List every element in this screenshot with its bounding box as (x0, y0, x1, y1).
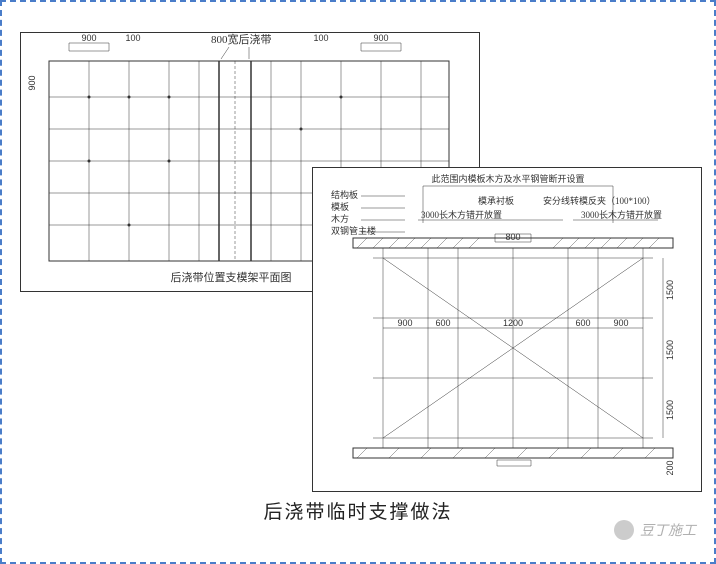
right-dims: 1500 1500 1500 200 (663, 258, 675, 476)
bottom-hatch (357, 448, 655, 458)
legend-2: 木方 (331, 213, 349, 224)
bottom-gap (497, 460, 531, 466)
slab: 800 (353, 232, 673, 248)
rd-0: 1500 (665, 280, 675, 300)
watermark-text: 豆丁施工 (640, 520, 696, 540)
rd-1: 1500 (665, 340, 675, 360)
rd-2: 1500 (665, 400, 675, 420)
dim-900b: 900 (373, 33, 388, 43)
watermark-logo-icon (614, 520, 634, 540)
bd-0: 900 (397, 318, 412, 328)
legend-1: 模板 (331, 201, 349, 212)
bottom-slab (353, 448, 673, 458)
top-note: 此范围内模板木方及水平钢管断开设置 (431, 173, 584, 184)
watermark: 豆丁施工 (614, 520, 696, 540)
elev-svg: 此范围内模板木方及水平钢管断开设置 模承衬板 安分线转模反夹（100*100） … (313, 168, 703, 493)
scaffold (373, 248, 653, 448)
dim-900a: 900 (81, 33, 96, 43)
page-title: 后浇带临时支撑做法 (263, 497, 452, 524)
plan-caption: 后浇带位置支模架平面图 (171, 270, 292, 284)
legend-3: 双钢管主楼 (331, 225, 376, 236)
dim-left: 900 (27, 75, 37, 90)
rd-s: 200 (665, 460, 675, 475)
bd-2: 1200 (503, 318, 523, 328)
legend: 结构板 模板 木方 双钢管主楼 (331, 189, 405, 236)
co-3: 3000长木方错开放置 (421, 209, 502, 220)
bd-4: 900 (613, 318, 628, 328)
elevation-view: 此范围内模板木方及水平钢管断开设置 模承衬板 安分线转模反夹（100*100） … (312, 167, 702, 492)
co-2: 安分线转模反夹（100*100） (543, 195, 656, 206)
dim-100b: 100 (313, 33, 328, 43)
strip-label: 800宽后浇带 (211, 33, 272, 46)
co-1: 模承衬板 (478, 195, 514, 206)
co-4: 3000长木方错开放置 (581, 209, 662, 220)
bd-3: 600 (575, 318, 590, 328)
bottom-dims: 900 600 1200 600 900 (383, 318, 643, 328)
bd-1: 600 (435, 318, 450, 328)
plan-top-dims: 900 100 100 900 800宽后浇带 (69, 33, 401, 59)
legend-0: 结构板 (331, 189, 358, 200)
gap-dim: 800 (505, 232, 520, 242)
dim-100a: 100 (125, 33, 140, 43)
